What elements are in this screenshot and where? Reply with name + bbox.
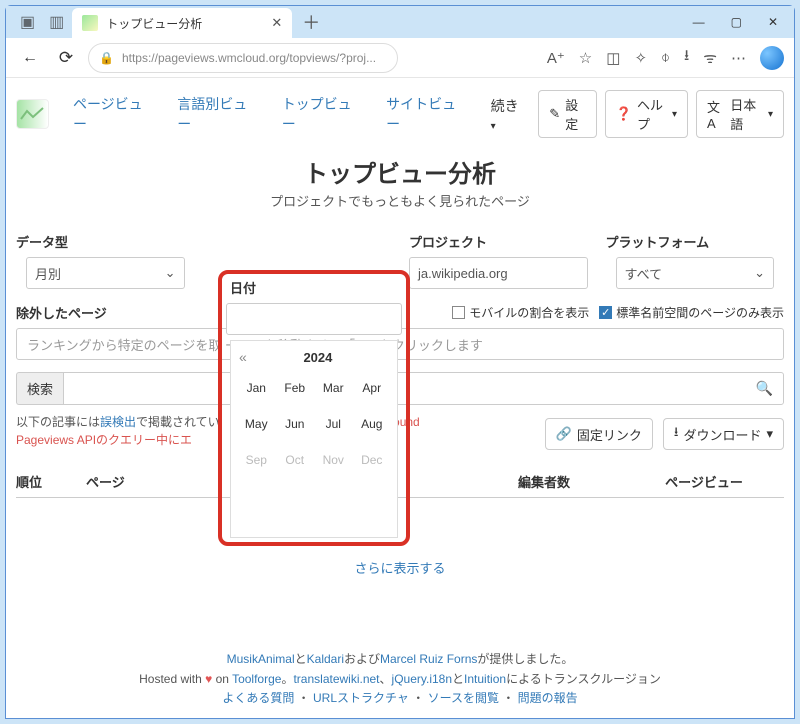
extensions-icon[interactable]: ᯤ	[703, 48, 717, 68]
footer-kaldari[interactable]: Kaldari	[307, 652, 344, 666]
favicon	[82, 15, 98, 31]
download-button[interactable]: ⭳ ダウンロード ▾	[663, 418, 784, 450]
month-apr[interactable]: Apr	[353, 381, 392, 395]
col-rank: 順位	[16, 472, 86, 491]
month-jul[interactable]: Jul	[314, 417, 353, 431]
page-content: ページビュー 言語別ビュー トップビュー サイトビュー 続き ▾ ✎ 設定 ❓ …	[6, 78, 794, 718]
date-label: 日付	[226, 278, 402, 297]
tab-close-icon[interactable]: ✕	[271, 15, 282, 31]
split-icon[interactable]: ◫	[606, 49, 620, 67]
footer-musikanimal[interactable]: MusikAnimal	[227, 652, 295, 666]
url-field[interactable]: 🔒 https://pageviews.wmcloud.org/topviews…	[88, 43, 398, 73]
datatype-select[interactable]: 月別⌄	[26, 257, 185, 289]
footer-faq[interactable]: よくある質問	[222, 691, 294, 705]
footer-toolforge[interactable]: Toolforge	[232, 672, 281, 686]
favorite-icon[interactable]: ☆	[579, 49, 592, 67]
month-sep: Sep	[237, 453, 276, 467]
page-title: トップビュー分析	[16, 154, 784, 189]
show-more-link[interactable]: さらに表示する	[354, 561, 445, 576]
minimize-button[interactable]: —	[693, 15, 705, 29]
mainns-checkbox[interactable]: ✓標準名前空間のページのみ表示	[599, 304, 784, 321]
project-input[interactable]: ja.wikipedia.org	[409, 257, 588, 289]
footer-intuition[interactable]: Intuition	[464, 672, 506, 686]
col-views: ページビュー	[624, 472, 784, 491]
app-nav: ページビュー 言語別ビュー トップビュー サイトビュー 続き ▾ ✎ 設定 ❓ …	[16, 88, 784, 148]
footer-twn[interactable]: translatewiki.net	[293, 672, 379, 686]
more-icon[interactable]: ⋯	[731, 49, 746, 67]
prev-year-button[interactable]: «	[239, 349, 247, 365]
platform-label: プラットフォーム	[606, 232, 785, 251]
datatype-label: データ型	[16, 232, 195, 251]
footer: MusikAnimalとKaldariおよびMarcel Ruiz Fornsが…	[6, 650, 794, 708]
tab-title: トップビュー分析	[106, 15, 263, 32]
downloads-icon[interactable]: ⭳	[684, 45, 689, 70]
nav-langviews[interactable]: 言語別ビュー	[163, 90, 267, 138]
search-input[interactable]: 🔍	[63, 372, 784, 405]
nav-siteviews[interactable]: サイトビュー	[372, 90, 476, 138]
nav-continue[interactable]: 続き ▾	[477, 92, 539, 136]
month-may[interactable]: May	[237, 417, 276, 431]
box-icon[interactable]: ▣	[20, 12, 35, 32]
month-jan[interactable]: Jan	[237, 381, 276, 395]
collections-icon[interactable]: ✧	[634, 49, 647, 67]
read-aloud-icon[interactable]: A⁺	[547, 49, 565, 67]
month-jun[interactable]: Jun	[276, 417, 315, 431]
date-picker-highlight: 日付 « 2024 JanFebMarApr MayJunJulAug SepOct…	[218, 270, 410, 546]
footer-marcel[interactable]: Marcel Ruiz Forns	[380, 652, 477, 666]
month-feb[interactable]: Feb	[276, 381, 315, 395]
permalink-button[interactable]: 🔗 固定リンク	[545, 418, 653, 450]
app-logo[interactable]	[16, 99, 49, 129]
month-picker-popup: « 2024 JanFebMarApr MayJunJulAug SepOctNov…	[230, 340, 398, 538]
page-subtitle: プロジェクトでもっともよく見られたページ	[16, 191, 784, 210]
lock-icon: 🔒	[99, 51, 114, 65]
excluded-label: 除外したページ	[16, 303, 107, 322]
footer-url[interactable]: URLストラクチャ	[313, 691, 409, 705]
false-positive-link[interactable]: 誤検出	[100, 415, 136, 429]
lang-button[interactable]: 文A 日本語 ▾	[696, 90, 784, 138]
help-button[interactable]: ❓ ヘルプ ▾	[605, 90, 688, 138]
browser-window: ▣ ▥ トップビュー分析 ✕ ＋ — ▢ ✕ ← ⟳ 🔒 https://pag…	[5, 5, 795, 719]
year-label[interactable]: 2024	[247, 350, 389, 365]
project-label: プロジェクト	[409, 232, 588, 251]
footer-source[interactable]: ソースを閲覧	[428, 691, 499, 705]
copilot-icon[interactable]	[760, 46, 784, 70]
footer-report[interactable]: 問題の報告	[518, 691, 578, 705]
close-window-button[interactable]: ✕	[768, 15, 778, 29]
titlebar: ▣ ▥ トップビュー分析 ✕ ＋ — ▢ ✕	[6, 6, 794, 38]
browser-tab[interactable]: トップビュー分析 ✕	[72, 8, 292, 38]
col-editors: 編集者数	[464, 472, 624, 491]
month-aug[interactable]: Aug	[353, 417, 392, 431]
month-nov: Nov	[314, 453, 353, 467]
settings-button[interactable]: ✎ 設定	[538, 90, 597, 138]
month-mar[interactable]: Mar	[314, 381, 353, 395]
footer-jqi18n[interactable]: jQuery.i18n	[392, 672, 452, 686]
date-input[interactable]	[226, 303, 402, 335]
refresh-button[interactable]: ⟳	[52, 48, 80, 68]
maximize-button[interactable]: ▢	[731, 15, 742, 29]
doc-icon[interactable]: ▥	[49, 12, 64, 32]
back-button[interactable]: ←	[16, 49, 44, 67]
month-dec: Dec	[353, 453, 392, 467]
new-tab-button[interactable]: ＋	[292, 9, 330, 35]
platform-select[interactable]: すべて⌄	[616, 257, 775, 289]
nav-topviews[interactable]: トップビュー	[268, 90, 372, 138]
address-bar: ← ⟳ 🔒 https://pageviews.wmcloud.org/topv…	[6, 38, 794, 78]
sync-icon[interactable]: ⌽	[661, 49, 670, 66]
url-text: https://pageviews.wmcloud.org/topviews/?…	[122, 51, 376, 65]
nav-pageviews[interactable]: ページビュー	[59, 90, 163, 138]
mobile-checkbox[interactable]: モバイルの割合を表示	[452, 304, 589, 321]
search-label: 検索	[16, 372, 63, 405]
month-oct: Oct	[276, 453, 315, 467]
